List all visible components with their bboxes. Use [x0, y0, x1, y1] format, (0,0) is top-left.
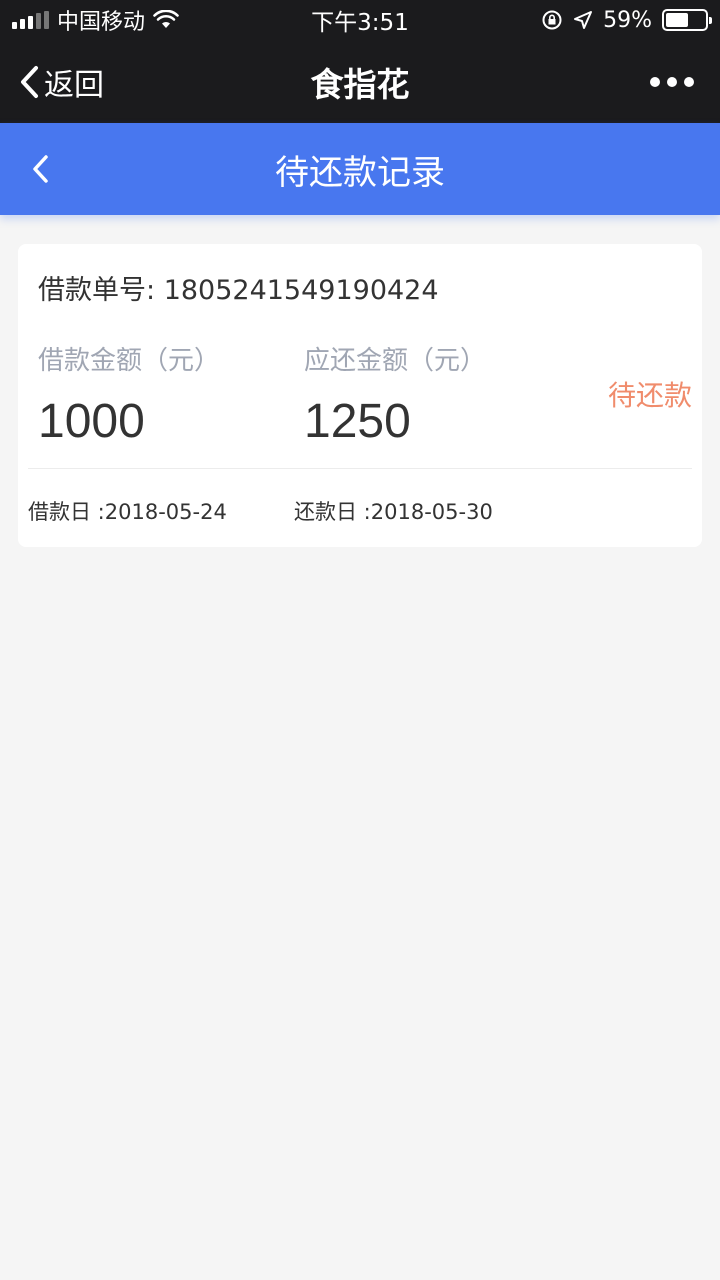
repay-date-value: 2018-05-30	[370, 500, 493, 524]
page-back-button[interactable]	[30, 123, 50, 215]
chevron-left-icon	[33, 155, 48, 183]
loan-date-value: 2018-05-24	[104, 500, 227, 524]
loan-amount-value: 1000	[38, 395, 145, 448]
page-header: 待还款记录	[0, 123, 720, 215]
loan-number-label: 借款单号:	[38, 275, 164, 306]
app-title: 食指花	[310, 64, 410, 104]
divider	[28, 468, 692, 469]
status-bar: 中国移动 下午3:51 59%	[0, 0, 720, 40]
status-badge: 待还款	[607, 379, 692, 412]
back-label: 返回	[44, 67, 104, 103]
repay-date: 还款日 :2018-05-30	[294, 496, 493, 526]
nav-bar: 返回 食指花	[0, 40, 720, 123]
back-button[interactable]: 返回	[18, 40, 104, 123]
orientation-lock-icon	[542, 10, 562, 30]
status-time: 下午3:51	[311, 10, 409, 36]
more-icon[interactable]	[650, 40, 694, 123]
repayment-record-card[interactable]: 借款单号: 1805241549190424 借款金额（元） 应还金额（元） 1…	[18, 244, 702, 547]
battery-icon	[662, 9, 712, 31]
loan-number: 借款单号: 1805241549190424	[38, 268, 439, 307]
repay-amount-value: 1250	[304, 395, 411, 448]
loan-number-value: 1805241549190424	[163, 275, 439, 306]
chevron-left-icon	[21, 65, 38, 98]
battery-percent: 59%	[603, 7, 652, 33]
loan-date: 借款日 :2018-05-24	[28, 496, 227, 526]
loan-date-label: 借款日 :	[28, 500, 105, 524]
page-title: 待还款记录	[275, 152, 445, 193]
loan-amount-label: 借款金额（元）	[38, 346, 221, 376]
repay-amount-label: 应还金额（元）	[304, 346, 487, 376]
location-icon	[574, 11, 593, 29]
repay-date-label: 还款日 :	[294, 500, 371, 524]
